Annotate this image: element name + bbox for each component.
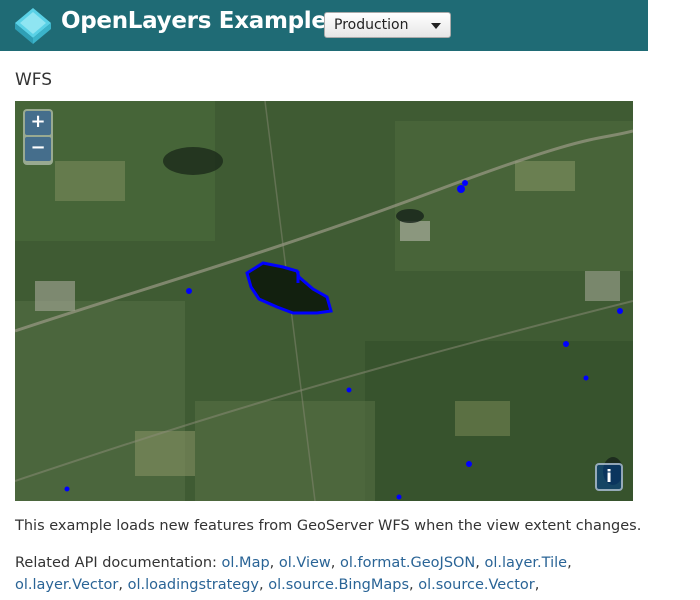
related-api-documentation: Related API documentation: ol.Map, ol.Vi… — [15, 555, 572, 593]
api-link-ol-layer-tile[interactable]: ol.layer.Tile — [485, 555, 568, 571]
zoom-out-button[interactable]: − — [25, 137, 51, 161]
openlayers-logo-icon[interactable] — [13, 6, 53, 46]
api-link-ol-map[interactable]: ol.Map — [222, 555, 270, 571]
api-link-ol-view[interactable]: ol.View — [279, 555, 331, 571]
navbar: OpenLayers Examples Production — [0, 0, 648, 51]
api-link-ol-source-bingmaps[interactable]: ol.source.BingMaps — [268, 577, 409, 593]
related-api-label: Related API documentation: — [15, 555, 217, 571]
api-link-ol-format-geojson[interactable]: ol.format.GeoJSON — [340, 555, 475, 571]
wfs-feature-point[interactable] — [457, 185, 465, 193]
api-link-ol-loadingstrategy[interactable]: ol.loadingstrategy — [128, 577, 259, 593]
zoom-control: + − — [23, 109, 53, 165]
map-viewport[interactable]: + − i — [15, 101, 633, 501]
wfs-feature-point[interactable] — [346, 387, 352, 393]
api-link-ol-source-vector[interactable]: ol.source.Vector — [418, 577, 534, 593]
page-title: WFS — [15, 70, 53, 90]
wfs-feature-point[interactable] — [466, 461, 472, 467]
wfs-feature-point[interactable] — [396, 494, 402, 500]
wfs-feature-point[interactable] — [563, 341, 569, 347]
satellite-imagery — [15, 101, 633, 501]
brand-title[interactable]: OpenLayers Examples — [61, 8, 340, 34]
api-link-ol-layer-vector[interactable]: ol.layer.Vector — [15, 577, 118, 593]
example-description: This example loads new features from Geo… — [15, 518, 642, 534]
attribution-button[interactable]: i — [595, 463, 623, 491]
wfs-feature-point[interactable] — [64, 486, 70, 492]
wfs-feature-point[interactable] — [583, 375, 589, 381]
chevron-down-icon — [431, 23, 441, 29]
wfs-feature-point[interactable] — [462, 180, 468, 186]
wfs-feature-point[interactable] — [186, 288, 192, 294]
version-select-value: Production — [334, 17, 409, 33]
zoom-in-button[interactable]: + — [25, 111, 51, 135]
version-select[interactable]: Production — [324, 12, 451, 38]
wfs-feature-point[interactable] — [617, 308, 623, 314]
